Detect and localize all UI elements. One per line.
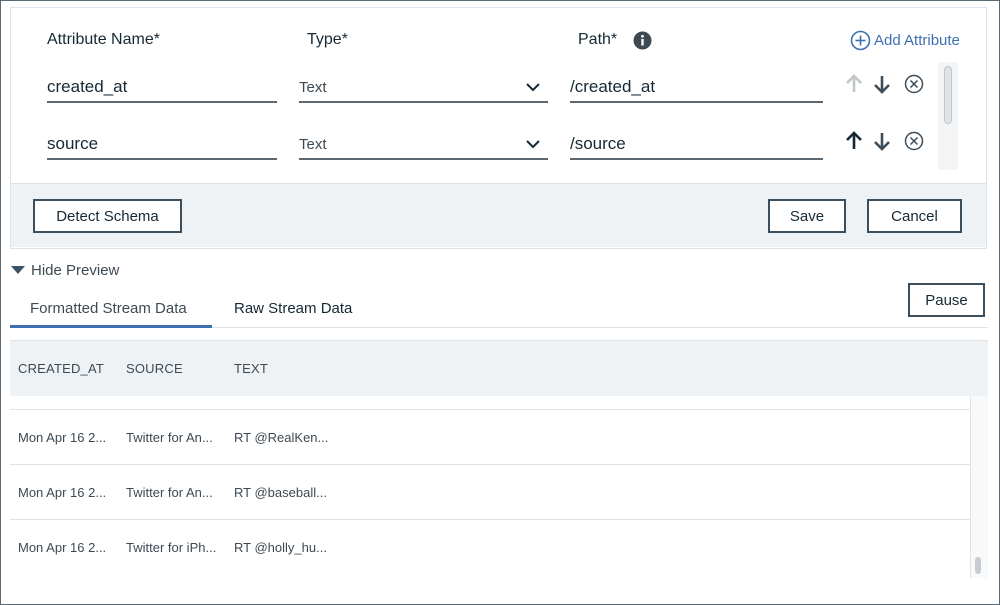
attribute-name-value: created_at — [47, 77, 128, 96]
table-row[interactable]: Mon Apr 16 2... Twitter for iPh... RT @h… — [10, 519, 970, 574]
cell-created-at: Mon Apr 16 2... — [18, 485, 107, 500]
table-row[interactable]: Mon Apr 16 2... Twitter for An... RT @ba… — [10, 464, 970, 519]
column-header-text[interactable]: TEXT — [234, 361, 268, 376]
table-row[interactable]: Mon Apr 16 2... Twitter for An... RT @Re… — [10, 409, 970, 464]
cell-source: Twitter for iPh... — [126, 540, 217, 555]
cell-created-at: Mon Apr 16 2... — [18, 540, 107, 555]
cell-text: RT @holly_hu... — [234, 540, 327, 555]
close-circle-icon[interactable] — [903, 73, 925, 95]
add-circle-icon — [850, 30, 871, 51]
path-value: /created_at — [570, 77, 656, 96]
arrow-down-icon[interactable] — [871, 73, 893, 95]
chevron-down-icon — [526, 83, 540, 92]
table-body: Mon Apr 16 2... Twitter for An... RT @Re… — [10, 396, 970, 576]
path-header: Path* — [578, 31, 618, 48]
cell-text: RT @baseball... — [234, 485, 327, 500]
attribute-name-header: Attribute Name* — [47, 31, 160, 48]
table-header: CREATED_AT SOURCE TEXT — [10, 340, 988, 396]
arrow-down-icon[interactable] — [871, 130, 893, 152]
close-circle-icon[interactable] — [903, 130, 925, 152]
chevron-down-icon — [526, 140, 540, 149]
type-select[interactable]: Text — [299, 124, 548, 160]
arrow-up-icon — [846, 74, 862, 92]
table-scrollbar[interactable] — [970, 396, 988, 578]
type-select-value: Text — [299, 79, 327, 96]
cell-source: Twitter for An... — [126, 485, 213, 500]
hide-preview-toggle[interactable]: Hide Preview — [11, 262, 119, 279]
attributes-scrollbar-thumb[interactable] — [944, 66, 952, 124]
attribute-name-value: source — [47, 134, 99, 153]
tab-formatted-stream-data[interactable]: Formatted Stream Data — [30, 300, 187, 317]
active-tab-indicator — [10, 325, 212, 328]
type-select-value: Text — [299, 136, 327, 153]
column-header-source[interactable]: SOURCE — [126, 361, 183, 376]
cancel-button[interactable]: Cancel — [867, 199, 962, 233]
add-attribute-label: Add Attribute — [874, 32, 960, 49]
column-header-created-at[interactable]: CREATED_AT — [18, 361, 104, 376]
arrow-up-icon[interactable] — [843, 130, 865, 152]
path-input[interactable]: /source — [570, 124, 823, 160]
type-header: Type* — [307, 31, 348, 48]
tab-raw-stream-data[interactable]: Raw Stream Data — [234, 300, 352, 317]
path-value: /source — [570, 134, 626, 153]
detect-schema-button[interactable]: Detect Schema — [33, 199, 182, 233]
info-icon[interactable] — [633, 31, 652, 50]
table-scrollbar-thumb[interactable] — [975, 557, 981, 574]
cell-source: Twitter for An... — [126, 430, 213, 445]
type-select[interactable]: Text — [299, 67, 548, 103]
cell-text: RT @RealKen... — [234, 430, 329, 445]
save-button[interactable]: Save — [768, 199, 846, 233]
pause-button[interactable]: Pause — [908, 283, 985, 317]
attribute-name-input[interactable]: source — [47, 124, 277, 160]
add-attribute-button[interactable]: Add Attribute — [850, 30, 960, 51]
path-input[interactable]: /created_at — [570, 67, 823, 103]
caret-down-icon — [11, 266, 25, 274]
hide-preview-label: Hide Preview — [31, 262, 120, 279]
cell-created-at: Mon Apr 16 2... — [18, 430, 107, 445]
attribute-name-input[interactable]: created_at — [47, 67, 277, 103]
